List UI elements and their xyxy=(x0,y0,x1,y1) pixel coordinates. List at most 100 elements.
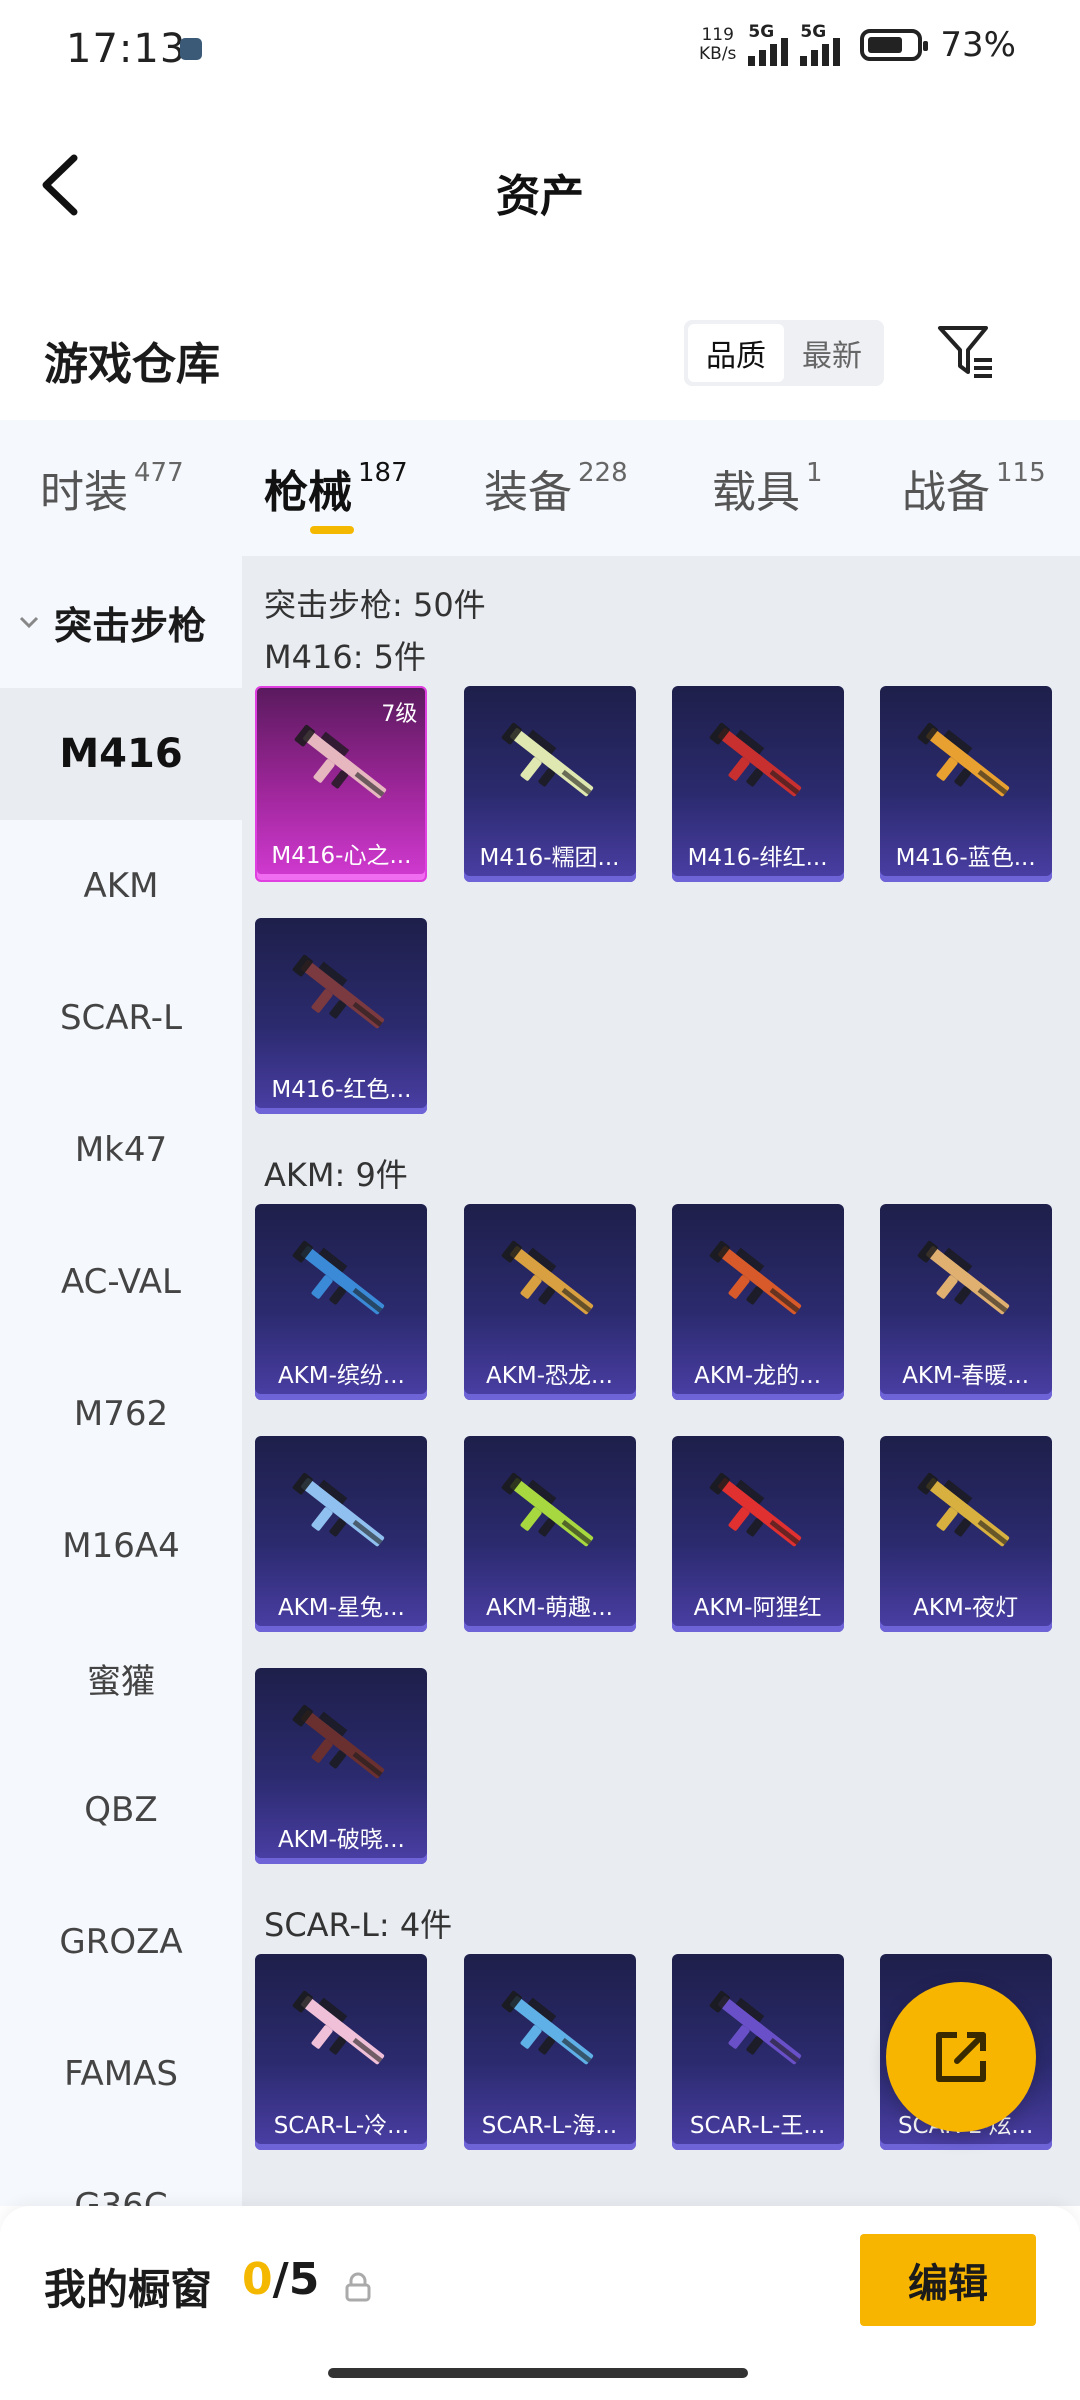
network-speed-value: 119 xyxy=(701,25,734,45)
assets-page: 17:13 119 KB/s 5G 5G 73% 资产 游戏仓库 品质 最新 时… xyxy=(0,0,1080,2400)
weapon-name: M416-心之... xyxy=(271,843,412,869)
tab-count: 477 xyxy=(134,458,184,488)
tab-label: 时装 xyxy=(40,467,128,518)
sidenav-item[interactable]: M416 xyxy=(0,688,242,820)
sidenav-item[interactable]: FAMAS xyxy=(0,2008,242,2140)
weapon-card[interactable]: AKM-星兔... xyxy=(255,1436,428,1632)
sidenav-item[interactable]: SCAR-L xyxy=(0,952,242,1084)
sidenav-item[interactable]: AKM xyxy=(0,820,242,952)
section-title: AKM: 9件 xyxy=(264,1156,408,1194)
battery-fill xyxy=(868,37,903,53)
weapon-image xyxy=(709,1990,801,2065)
lock-icon xyxy=(345,2272,371,2302)
weapon-image xyxy=(293,1990,385,2065)
weapon-image xyxy=(293,1472,385,1547)
weapon-card[interactable]: SCAR-L-王... xyxy=(671,1954,844,2150)
weapon-card[interactable]: 7级 M416-心之... xyxy=(255,686,428,882)
weapon-name: SCAR-L-冷... xyxy=(273,2113,410,2139)
weapon-image xyxy=(501,1240,593,1315)
weapon-image xyxy=(293,1240,385,1315)
section-title: SCAR-L: 4件 xyxy=(264,1906,453,1944)
tab-fashion[interactable]: 时装 477 xyxy=(40,456,184,520)
weapon-name: M416-绯红... xyxy=(687,845,828,871)
filter-icon xyxy=(938,326,992,378)
notification-icon xyxy=(180,38,202,60)
weapon-card[interactable]: SCAR-L-冷... xyxy=(255,1954,428,2150)
weapon-name: AKM-春暖... xyxy=(902,1363,1030,1389)
edit-button[interactable]: 编辑 xyxy=(860,2234,1036,2326)
weapon-card[interactable]: M416-绯红... xyxy=(671,686,844,882)
weapon-image xyxy=(293,954,385,1029)
weapon-card[interactable]: AKM-夜灯 xyxy=(879,1436,1052,1632)
weapon-card[interactable]: M416-蓝色... xyxy=(879,686,1052,882)
tab-count: 187 xyxy=(358,458,408,488)
showcase-count: 0/5 xyxy=(242,2254,319,2305)
weapon-card[interactable]: AKM-春暖... xyxy=(879,1204,1052,1400)
weapon-name: AKM-阿狸红 xyxy=(693,1595,822,1621)
weapon-name: AKM-恐龙... xyxy=(486,1363,613,1389)
weapon-name: SCAR-L-王... xyxy=(689,2113,826,2139)
sidenav-item[interactable]: QBZ xyxy=(0,1744,242,1876)
weapon-card[interactable]: AKM-阿狸红 xyxy=(671,1436,844,1632)
showcase-total: /5 xyxy=(272,2254,320,2305)
weapon-card[interactable]: AKM-破晓... xyxy=(255,1668,428,1864)
share-button[interactable] xyxy=(886,1982,1036,2132)
sidenav-item[interactable]: 蜜獾 xyxy=(0,1612,242,1744)
sidenav-item[interactable]: M762 xyxy=(0,1348,242,1480)
weapon-name: AKM-破晓... xyxy=(277,1827,405,1853)
weapon-card[interactable]: AKM-恐龙... xyxy=(463,1204,636,1400)
network-speed: 119 KB/s xyxy=(699,26,736,64)
weapon-name: AKM-缤纷... xyxy=(277,1363,405,1389)
sort-option-quality[interactable]: 品质 xyxy=(688,324,784,382)
tab-count: 1 xyxy=(806,458,823,488)
filter-button[interactable] xyxy=(936,322,996,382)
home-indicator[interactable] xyxy=(328,2368,748,2378)
weapon-image xyxy=(293,1704,385,1779)
weapon-image xyxy=(917,722,1009,797)
sidenav-item[interactable]: GROZA xyxy=(0,1876,242,2008)
weapon-image xyxy=(917,1240,1009,1315)
tab-count: 228 xyxy=(578,458,628,488)
tab-vehicles[interactable]: 载具 1 xyxy=(712,456,823,520)
summary-title: 突击步枪: 50件 xyxy=(264,586,486,624)
sidenav-item[interactable]: G36C xyxy=(0,2140,242,2206)
sidenav-item[interactable]: Mk47 xyxy=(0,1084,242,1216)
sidenav-item[interactable]: M16A4 xyxy=(0,1480,242,1612)
tab-active-indicator xyxy=(310,526,354,534)
weapon-name: M416-蓝色... xyxy=(895,845,1036,871)
sidenav-group-label: 突击步枪 xyxy=(54,603,207,648)
share-icon xyxy=(936,2032,986,2082)
weapon-image xyxy=(917,1472,1009,1547)
weapon-card[interactable]: M416-糯团... xyxy=(463,686,636,882)
tab-firearms[interactable]: 枪械 187 xyxy=(264,456,408,534)
sidenav-item[interactable]: AC-VAL xyxy=(0,1216,242,1348)
weapon-card[interactable]: AKM-龙的... xyxy=(671,1204,844,1400)
weapon-name: M416-糯团... xyxy=(479,845,620,871)
status-right: 119 KB/s 5G 5G 73% xyxy=(699,22,1016,66)
tab-equipment[interactable]: 装备 228 xyxy=(484,456,628,520)
weapon-image xyxy=(709,1472,801,1547)
bottom-bar: 我的橱窗 0/5 编辑 xyxy=(0,2206,1080,2400)
page-title: 资产 xyxy=(496,171,584,222)
weapon-card[interactable]: AKM-缤纷... xyxy=(255,1204,428,1400)
weapon-card[interactable]: SCAR-L-海... xyxy=(463,1954,636,2150)
status-bar: 17:13 119 KB/s 5G 5G 73% xyxy=(0,0,1080,100)
tab-battle-prep[interactable]: 战备 115 xyxy=(902,456,1046,520)
tab-label: 战备 xyxy=(902,467,990,518)
chevron-down-icon xyxy=(19,616,39,629)
sidenav-group-assault-rifles[interactable]: 突击步枪 xyxy=(0,556,242,688)
network-speed-unit: KB/s xyxy=(699,44,737,64)
weapon-card[interactable]: M416-红色... xyxy=(255,918,428,1114)
sim2-label: 5G xyxy=(800,22,827,42)
weapon-name: SCAR-L-海... xyxy=(481,2113,618,2139)
my-showcase-label: 我的橱窗 xyxy=(44,2265,213,2314)
sidenav-list: M416 AKM SCAR-L Mk47 AC-VAL M762 M16A4 蜜獾 QBZ GRO… xyxy=(0,688,242,2206)
weapon-image xyxy=(501,722,593,797)
sort-option-newest[interactable]: 最新 xyxy=(784,324,880,382)
weapon-card[interactable]: AKM-萌趣... xyxy=(463,1436,636,1632)
weapon-image xyxy=(501,1990,593,2065)
weapon-grid: 突击步枪: 50件 M416: 5件 7级 M416-心之... M416-糯团...… xyxy=(242,556,1080,2206)
tab-label: 装备 xyxy=(484,467,572,518)
weapon-image xyxy=(709,722,801,797)
signal-icon-sim2: 5G xyxy=(800,22,841,66)
